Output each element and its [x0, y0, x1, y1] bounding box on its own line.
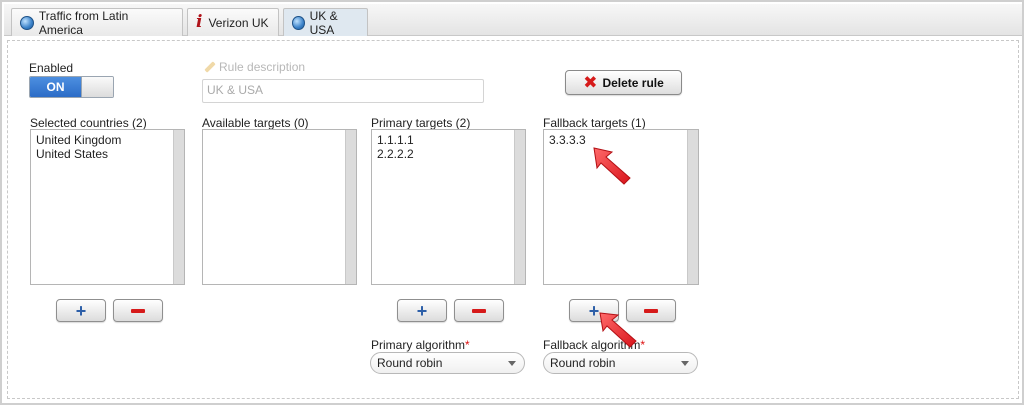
- toggle-on-label: ON: [30, 77, 81, 97]
- rule-description-label: Rule description: [202, 60, 305, 74]
- tab-label: Traffic from Latin America: [38, 8, 129, 37]
- selected-countries-list[interactable]: United Kingdom United States: [30, 129, 185, 285]
- add-primary-target-button[interactable]: +: [397, 299, 447, 322]
- plus-icon: +: [416, 300, 428, 321]
- scrollbar[interactable]: [514, 130, 525, 284]
- scrollbar[interactable]: [345, 130, 356, 284]
- rule-description-input[interactable]: UK & USA: [202, 79, 484, 103]
- primary-targets-label: Primary targets (2): [371, 116, 471, 130]
- tab-label: Verizon UK: [208, 15, 269, 30]
- list-item[interactable]: 2.2.2.2: [377, 147, 414, 161]
- chevron-down-icon: [681, 361, 689, 366]
- enabled-toggle[interactable]: ON: [29, 76, 114, 98]
- list-item[interactable]: 3.3.3.3: [549, 133, 586, 147]
- fallback-algorithm-value: Round robin: [550, 356, 616, 370]
- minus-icon: [472, 308, 486, 313]
- list-item[interactable]: United States: [36, 147, 121, 161]
- tab-verizon-uk[interactable]: i Verizon UK: [187, 8, 279, 36]
- list-item[interactable]: 1.1.1.1: [377, 133, 414, 147]
- list-item[interactable]: United Kingdom: [36, 133, 121, 147]
- remove-country-button[interactable]: [113, 299, 163, 322]
- fallback-algorithm-select[interactable]: Round robin: [543, 352, 698, 374]
- delete-rule-label: Delete rule: [602, 75, 664, 90]
- scrollbar[interactable]: [687, 130, 698, 284]
- toggle-knob: [81, 77, 113, 97]
- annotation-arrow-icon: [593, 147, 631, 185]
- tab-uk-usa[interactable]: UK & USA: [283, 8, 368, 37]
- delete-x-icon: ✖: [583, 73, 598, 92]
- pencil-icon: [202, 60, 216, 74]
- primary-algorithm-label-text: Primary algorithm: [371, 338, 466, 352]
- tab-traffic-latin-america[interactable]: Traffic from Latin America: [11, 8, 183, 37]
- chevron-down-icon: [508, 361, 516, 366]
- primary-algorithm-value: Round robin: [377, 356, 443, 370]
- add-country-button[interactable]: +: [56, 299, 106, 322]
- available-targets-label: Available targets (0): [202, 116, 309, 130]
- info-icon: i: [196, 12, 203, 32]
- enabled-label: Enabled: [29, 61, 74, 75]
- globe-icon: [20, 15, 34, 30]
- tab-bar: Traffic from Latin America i Verizon UK …: [4, 4, 1022, 37]
- primary-algorithm-label: Primary algorithm*: [371, 338, 470, 352]
- scrollbar[interactable]: [173, 130, 184, 284]
- primary-algorithm-select[interactable]: Round robin: [370, 352, 525, 374]
- selected-countries-label: Selected countries (2): [30, 116, 147, 130]
- remove-primary-target-button[interactable]: [454, 299, 504, 322]
- globe-icon: [292, 15, 305, 30]
- primary-targets-list[interactable]: 1.1.1.1 2.2.2.2: [371, 129, 526, 285]
- minus-icon: [644, 308, 658, 313]
- minus-icon: [131, 308, 145, 313]
- rule-editor-window: Traffic from Latin America i Verizon UK …: [0, 0, 1024, 405]
- delete-rule-button[interactable]: ✖ Delete rule: [565, 70, 682, 95]
- fallback-targets-label: Fallback targets (1): [543, 116, 646, 130]
- annotation-arrow-icon: [599, 312, 637, 348]
- plus-icon: +: [75, 300, 87, 321]
- required-mark: *: [465, 338, 470, 352]
- available-targets-list[interactable]: [202, 129, 357, 285]
- rule-description-label-text: Rule description: [219, 60, 306, 74]
- tab-label: UK & USA: [309, 8, 338, 37]
